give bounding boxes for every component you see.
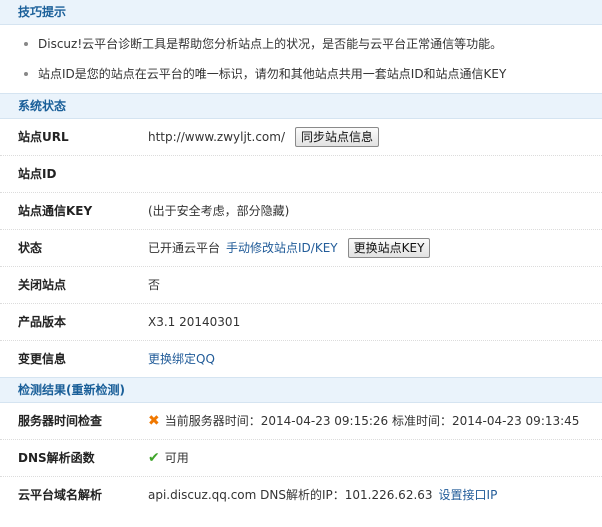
dns-value: 可用 bbox=[164, 451, 189, 465]
site-url-value: http://www.zwyljt.com/ bbox=[148, 130, 285, 144]
site-url-row: 站点URL http://www.zwyljt.com/ 同步站点信息 bbox=[0, 119, 602, 156]
check-header: 检测结果(重新检测) bbox=[0, 377, 602, 403]
comm-key-value: (出于安全考虑，部分隐藏) bbox=[148, 204, 290, 218]
close-site-value: 否 bbox=[148, 278, 161, 292]
check-title: 检测结果 bbox=[18, 383, 67, 397]
time-check-value: 当前服务器时间：2014-04-23 09:15:26 标准时间：2014-04… bbox=[164, 414, 580, 428]
tip-item: Discuz!云平台诊断工具是帮助您分析站点上的状况，是否能与云平台正常通信等功… bbox=[0, 29, 602, 59]
state-value-cell: 已开通云平台 手动修改站点ID/KEY 更换站点KEY bbox=[148, 230, 431, 266]
site-id-label: 站点ID bbox=[18, 167, 57, 181]
change-info-value-cell: 更换绑定QQ bbox=[148, 341, 215, 377]
bullet-icon bbox=[24, 72, 28, 76]
cross-icon: ✖ bbox=[148, 413, 160, 429]
edit-site-id-key-link[interactable]: 手动修改站点ID/KEY bbox=[226, 230, 338, 266]
tips-header: 技巧提示 bbox=[0, 0, 602, 25]
change-info-row: 变更信息 更换绑定QQ bbox=[0, 341, 602, 377]
site-id-row: 站点ID bbox=[0, 156, 602, 193]
tip-text: 站点ID是您的站点在云平台的唯一标识，请勿和其他站点共用一套站点ID和站点通信K… bbox=[38, 67, 507, 81]
comm-key-row: 站点通信KEY (出于安全考虑，部分隐藏) bbox=[0, 193, 602, 230]
version-label: 产品版本 bbox=[18, 315, 67, 329]
tips-list: Discuz!云平台诊断工具是帮助您分析站点上的状况，是否能与云平台正常通信等功… bbox=[0, 25, 602, 93]
dns-label: DNS解析函数 bbox=[18, 451, 95, 465]
time-check-label: 服务器时间检查 bbox=[18, 414, 103, 428]
state-row: 状态 已开通云平台 手动修改站点ID/KEY 更换站点KEY bbox=[0, 230, 602, 267]
sync-site-info-button[interactable]: 同步站点信息 bbox=[295, 127, 380, 147]
tip-item: 站点ID是您的站点在云平台的唯一标识，请勿和其他站点共用一套站点ID和站点通信K… bbox=[0, 59, 602, 89]
close-site-label: 关闭站点 bbox=[18, 278, 67, 292]
status-title: 系统状态 bbox=[18, 99, 67, 113]
site-url-label: 站点URL bbox=[18, 130, 69, 144]
comm-key-label: 站点通信KEY bbox=[18, 204, 93, 218]
tip-text: Discuz!云平台诊断工具是帮助您分析站点上的状况，是否能与云平台正常通信等功… bbox=[38, 37, 503, 51]
set-api-ip-link[interactable]: 设置接口IP bbox=[439, 477, 498, 513]
tips-title: 技巧提示 bbox=[18, 5, 67, 19]
domain-label: 云平台域名解析 bbox=[18, 488, 103, 502]
change-info-label: 变更信息 bbox=[18, 352, 67, 366]
time-check-row: 服务器时间检查 ✖ 当前服务器时间：2014-04-23 09:15:26 标准… bbox=[0, 403, 602, 440]
state-label: 状态 bbox=[18, 241, 43, 255]
domain-row: 云平台域名解析 api.discuz.qq.com DNS解析的IP：101.2… bbox=[0, 477, 602, 513]
dns-row: DNS解析函数 ✔ 可用 bbox=[0, 440, 602, 477]
version-value: X3.1 20140301 bbox=[148, 315, 241, 329]
status-header: 系统状态 bbox=[0, 93, 602, 119]
dns-value-cell: ✔ 可用 bbox=[148, 440, 189, 476]
rebind-qq-link[interactable]: 更换绑定QQ bbox=[148, 341, 215, 377]
version-row: 产品版本 X3.1 20140301 bbox=[0, 304, 602, 341]
change-site-key-button[interactable]: 更换站点KEY bbox=[347, 238, 431, 258]
check-icon: ✔ bbox=[148, 450, 160, 466]
domain-value-cell: api.discuz.qq.com DNS解析的IP：101.226.62.63… bbox=[148, 477, 497, 513]
close-site-row: 关闭站点 否 bbox=[0, 267, 602, 304]
state-value: 已开通云平台 bbox=[148, 241, 221, 255]
bullet-icon bbox=[24, 42, 28, 46]
time-check-value-cell: ✖ 当前服务器时间：2014-04-23 09:15:26 标准时间：2014-… bbox=[148, 403, 579, 439]
site-url-value-cell: http://www.zwyljt.com/ 同步站点信息 bbox=[148, 119, 380, 155]
recheck-link[interactable]: (重新检测) bbox=[66, 383, 125, 397]
domain-value: api.discuz.qq.com DNS解析的IP：101.226.62.63 bbox=[148, 488, 433, 502]
